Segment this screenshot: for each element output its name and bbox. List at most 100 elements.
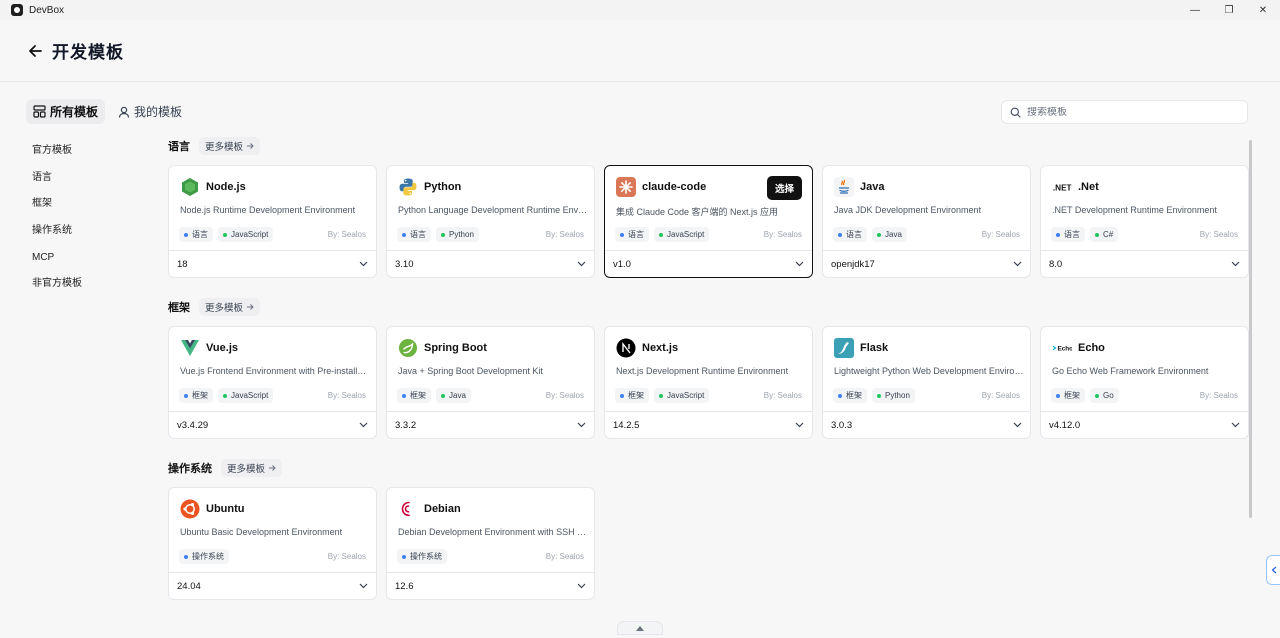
template-card[interactable]: Spring Boot Java + Spring Boot Developmen… xyxy=(386,326,595,439)
template-description: Vue.js Frontend Environment with Pre-ins… xyxy=(180,366,370,376)
version-select[interactable]: 3.3.2 xyxy=(387,411,594,438)
author-label: By: Sealos xyxy=(763,391,802,400)
select-button[interactable]: 选择 xyxy=(766,176,802,200)
version-select[interactable]: 3.10 xyxy=(387,250,594,277)
version-select[interactable]: v3.4.29 xyxy=(169,411,376,438)
more-templates-label: 更多模板 xyxy=(227,464,266,475)
back-arrow-icon[interactable] xyxy=(26,42,44,60)
tag-list: 操作系统 xyxy=(397,549,447,564)
tag-label: JavaScript xyxy=(667,230,705,239)
chevron-down-icon xyxy=(795,422,804,428)
tag-label: 语言 xyxy=(846,230,862,239)
nav-item-mcp[interactable]: MCP xyxy=(32,251,82,278)
nav-item-framework[interactable]: 框架 xyxy=(32,197,82,224)
version-select[interactable]: 14.2.5 xyxy=(605,411,812,438)
template-description: Java JDK Development Environment xyxy=(834,205,982,215)
template-description: Next.js Development Runtime Environment xyxy=(616,366,789,376)
template-card[interactable]: Vue.js Vue.js Frontend Environment with P… xyxy=(168,326,377,439)
search-input[interactable] xyxy=(1027,106,1227,118)
tab-all-templates[interactable]: 所有模板 xyxy=(26,99,106,124)
version-value: 18 xyxy=(177,258,188,270)
template-card[interactable]: .NET .Net .NET Development Runtime Environ… xyxy=(1040,165,1249,278)
tag-badge: JavaScript xyxy=(654,388,710,403)
tag-badge: 框架 xyxy=(397,388,431,403)
version-value: v3.4.29 xyxy=(177,419,209,431)
scrollbar[interactable] xyxy=(1249,140,1252,518)
nav-item-os[interactable]: 操作系统 xyxy=(32,224,82,251)
template-card[interactable]: claude-code 选择 集成 Claude Code 客户端的 Next.js… xyxy=(604,165,813,278)
more-templates-button[interactable]: 更多模板 xyxy=(199,298,261,316)
chevron-down-icon xyxy=(1231,422,1240,428)
tag-list: 语言 Java xyxy=(833,227,907,242)
tag-list: 框架 JavaScript xyxy=(615,388,710,403)
version-select[interactable]: 24.04 xyxy=(169,572,376,599)
more-templates-button[interactable]: 更多模板 xyxy=(221,459,283,477)
tag-label: JavaScript xyxy=(231,230,269,239)
version-select[interactable]: 12.6 xyxy=(387,572,594,599)
tag-badge: 框架 xyxy=(833,388,867,403)
tag-badge: 语言 xyxy=(615,227,649,242)
version-value: 3.0.3 xyxy=(831,419,853,431)
author-label: By: Sealos xyxy=(981,391,1020,400)
template-name: .Net xyxy=(1078,181,1099,193)
template-card[interactable]: Python Python Language Development Runtim… xyxy=(386,165,595,278)
template-name: Debian xyxy=(424,503,461,515)
more-templates-button[interactable]: 更多模板 xyxy=(199,137,261,155)
tag-badge: 操作系统 xyxy=(397,549,447,564)
nav-item-unofficial[interactable]: 非官方模板 xyxy=(32,277,82,304)
tag-list: 框架 Python xyxy=(833,388,915,403)
window-controls: — ❐ ✕ xyxy=(1178,0,1280,20)
version-select[interactable]: v1.0 xyxy=(605,250,812,277)
template-description: .NET Development Runtime Environment xyxy=(1052,205,1217,215)
tag-label: 框架 xyxy=(410,391,426,400)
version-select[interactable]: openjdk17 xyxy=(823,250,1030,277)
version-select[interactable]: 18 xyxy=(169,250,376,277)
version-select[interactable]: 8.0 xyxy=(1041,250,1248,277)
side-panel-toggle[interactable] xyxy=(1266,555,1280,585)
tab-my-templates[interactable]: 我的模板 xyxy=(111,99,189,124)
template-name: claude-code xyxy=(642,181,707,193)
template-name: Echo xyxy=(1078,342,1105,354)
minimize-button[interactable]: — xyxy=(1178,0,1212,20)
template-card[interactable]: Ubuntu Ubuntu Basic Development Environme… xyxy=(168,487,377,600)
tag-label: 框架 xyxy=(1064,391,1080,400)
template-card[interactable]: Next.js Next.js Development Runtime Envir… xyxy=(604,326,813,439)
scroll-up-button[interactable] xyxy=(617,621,663,635)
version-select[interactable]: 3.0.3 xyxy=(823,411,1030,438)
ubuntu-icon xyxy=(180,499,200,519)
search-box xyxy=(1001,100,1248,124)
tag-badge: 语言 xyxy=(397,227,431,242)
tag-label: C# xyxy=(1103,230,1114,239)
tab-label: 我的模板 xyxy=(134,105,183,119)
devbox-app-icon xyxy=(11,4,23,16)
chevron-down-icon xyxy=(1013,261,1022,267)
nav-item-official[interactable]: 官方模板 xyxy=(32,144,82,171)
tag-list: 框架 Go xyxy=(1051,388,1119,403)
template-card[interactable]: Node.js Node.js Runtime Development Envir… xyxy=(168,165,377,278)
template-card[interactable]: Java Java JDK Development Environment 语言 Ja… xyxy=(822,165,1031,278)
window-title: DevBox xyxy=(29,4,65,16)
svg-text:.NET: .NET xyxy=(1053,184,1072,193)
tag-badge: 框架 xyxy=(615,388,649,403)
restore-button[interactable]: ❐ xyxy=(1212,0,1246,20)
version-value: 12.6 xyxy=(395,580,414,592)
section-title: 语言 xyxy=(168,141,190,153)
nav-item-language[interactable]: 语言 xyxy=(32,171,82,198)
tag-list: 操作系统 xyxy=(179,549,229,564)
tag-badge: Go xyxy=(1090,388,1119,403)
author-label: By: Sealos xyxy=(1199,230,1238,239)
grid-icon xyxy=(33,105,46,118)
version-value: v4.12.0 xyxy=(1049,419,1081,431)
debian-icon xyxy=(398,499,418,519)
template-card[interactable]: Echo Echo Go Echo Web Framework Environmen… xyxy=(1040,326,1249,439)
close-button[interactable]: ✕ xyxy=(1246,0,1280,20)
template-card[interactable]: Debian Debian Development Environment wit… xyxy=(386,487,595,600)
version-value: 8.0 xyxy=(1049,258,1063,270)
template-description: Python Language Development Runtime Envi… xyxy=(398,205,588,215)
template-card[interactable]: Flask Lightweight Python Web Development … xyxy=(822,326,1031,439)
category-nav: 官方模板 语言 框架 操作系统 MCP 非官方模板 xyxy=(32,144,82,304)
tag-label: 语言 xyxy=(410,230,426,239)
version-select[interactable]: v4.12.0 xyxy=(1041,411,1248,438)
tag-list: 语言 JavaScript xyxy=(179,227,274,242)
version-value: 14.2.5 xyxy=(613,419,640,431)
